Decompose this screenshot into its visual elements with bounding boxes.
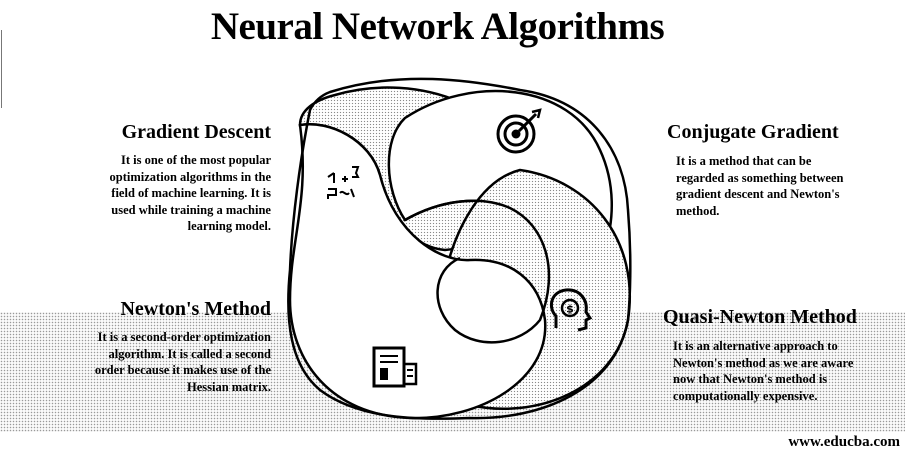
- newtons-method-title: Newton's Method: [120, 298, 271, 320]
- gradient-descent-block: Gradient Descent It is one of the most p…: [60, 120, 271, 235]
- gradient-descent-title: Gradient Descent: [121, 121, 271, 143]
- newtons-method-description: It is a second-order optimization algori…: [94, 330, 271, 394]
- quasi-newton-description: It is an alternative approach to Newton'…: [673, 339, 854, 403]
- conjugate-gradient-block: Conjugate Gradient It is a method that c…: [667, 120, 897, 219]
- gradient-descent-description: It is one of the most popular optimizati…: [109, 153, 271, 233]
- conjugate-gradient-title: Conjugate Gradient: [667, 121, 839, 143]
- conjugate-gradient-description: It is a method that can be regarded as s…: [676, 154, 844, 218]
- quasi-newton-title: Quasi-Newton Method: [663, 306, 857, 328]
- newtons-method-block: Newton's Method It is a second-order opt…: [60, 297, 271, 395]
- quasi-newton-block: Quasi-Newton Method It is an alternative…: [663, 305, 898, 404]
- svg-text:$: $: [566, 303, 574, 316]
- footer-url[interactable]: www.educba.com: [760, 434, 900, 451]
